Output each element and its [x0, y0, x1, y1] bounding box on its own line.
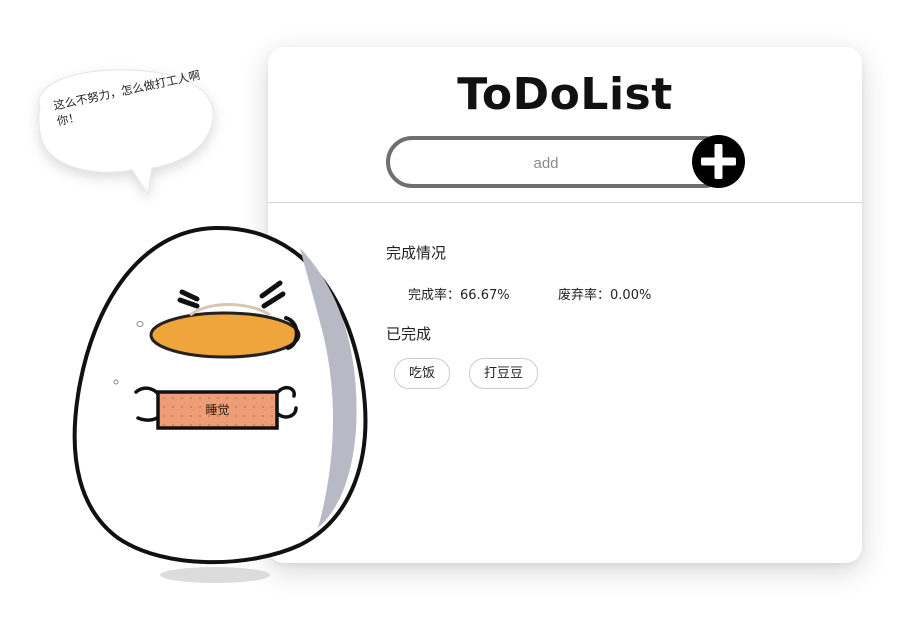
completion-rate-value: 66.67% — [460, 288, 510, 303]
add-button[interactable] — [692, 135, 745, 188]
add-input[interactable] — [404, 140, 688, 186]
completed-item[interactable]: 打豆豆 — [469, 358, 539, 389]
completed-heading: 已完成 — [386, 325, 432, 343]
divider — [268, 202, 862, 203]
completion-rate-label: 完成率： — [408, 288, 461, 303]
plus-circle-icon — [701, 144, 736, 179]
abandon-rate-label: 废弃率： — [558, 288, 611, 303]
abandon-rate: 废弃率：0.00% — [558, 284, 651, 303]
add-bar — [386, 136, 730, 188]
completed-item[interactable]: 吃饭 — [394, 358, 451, 389]
abandon-rate-value: 0.00% — [610, 288, 652, 303]
sign-label: 睡觉 — [205, 403, 230, 417]
speech-bubble: 这么不努力，怎么做打工人啊你！ — [0, 0, 240, 214]
app-stage: 这么不努力，怎么做打工人啊你！ ToDoList 完成情况 完成率：66.67%… — [0, 0, 900, 619]
stats-heading: 完成情况 — [386, 244, 447, 262]
app-title: ToDoList — [457, 69, 673, 120]
completion-rate: 完成率：66.67% — [408, 284, 510, 303]
